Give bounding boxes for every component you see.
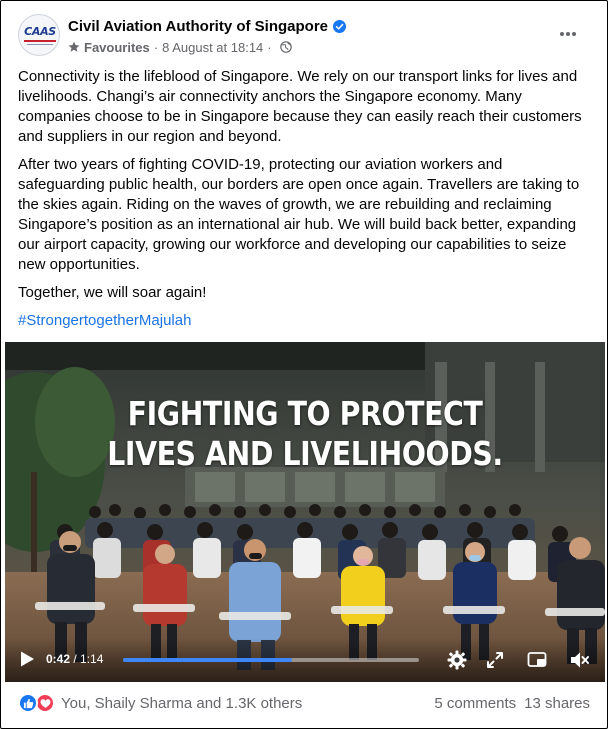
page-name-row: Civil Aviation Authority of Singapore xyxy=(68,16,347,36)
star-icon xyxy=(68,41,80,52)
globe-icon[interactable] xyxy=(279,41,292,53)
caas-logo-text: CAAS xyxy=(24,25,56,38)
video-current-time: 0:42 xyxy=(46,652,71,666)
love-reaction-icon xyxy=(35,693,55,713)
video-player[interactable]: FIGHTING TO PROTECT LIVES AND LIVELIHOOD… xyxy=(5,342,605,682)
video-time: 0:42 / 1:14 xyxy=(46,652,103,666)
post-paragraph-3: Together, we will soar again! xyxy=(18,284,207,301)
fullscreen-icon[interactable] xyxy=(484,649,506,671)
post-card: CAAS Civil Aviation Authority of Singapo… xyxy=(0,0,608,729)
post-footer: You, Shaily Sharma and 1.3K others 5 com… xyxy=(18,691,590,715)
video-headline-line-2: LIVES AND LIVELIHOODS. xyxy=(107,434,503,473)
logo-stripe xyxy=(24,40,56,42)
post-header: CAAS Civil Aviation Authority of Singapo… xyxy=(18,14,589,60)
post-paragraph-2: After two years of fighting COVID-19, pr… xyxy=(18,156,580,273)
logo-stripe-thin xyxy=(27,44,53,45)
video-progress-bar[interactable] xyxy=(123,658,419,662)
video-duration: 1:14 xyxy=(80,652,104,666)
picture-in-picture-icon[interactable] xyxy=(526,649,548,671)
post-meta: Favourites · 8 August at 18:14 · xyxy=(68,38,292,56)
reaction-icons[interactable] xyxy=(18,693,55,713)
like-reaction-icon xyxy=(18,693,38,713)
page-avatar[interactable]: CAAS xyxy=(18,14,60,56)
post-text: Connectivity is the lifeblood of Singapo… xyxy=(18,67,592,339)
hashtag-link[interactable]: #StrongertogetherMajulah xyxy=(18,312,191,329)
video-headline-line-1: FIGHTING TO PROTECT xyxy=(127,394,483,433)
comments-count[interactable]: 5 comments xyxy=(434,695,516,712)
reactors-text[interactable]: You, Shaily Sharma and 1.3K others xyxy=(61,695,302,712)
shares-count[interactable]: 13 shares xyxy=(524,695,590,712)
meta-separator: · xyxy=(153,39,159,55)
video-headline: FIGHTING TO PROTECT LIVES AND LIVELIHOOD… xyxy=(47,394,563,474)
post-paragraph-1: Connectivity is the lifeblood of Singapo… xyxy=(18,68,582,145)
more-options-icon[interactable] xyxy=(557,24,579,44)
play-icon[interactable] xyxy=(18,650,36,668)
settings-gear-icon[interactable] xyxy=(446,649,468,671)
verified-badge-icon xyxy=(333,19,347,33)
meta-separator-2: · xyxy=(267,39,272,55)
mute-icon[interactable] xyxy=(568,649,590,671)
audience-favourites[interactable]: Favourites xyxy=(84,40,150,55)
video-controls: 0:42 / 1:14 xyxy=(5,638,605,682)
video-frame-image xyxy=(5,342,605,682)
post-timestamp[interactable]: 8 August at 18:14 xyxy=(162,40,263,55)
page-name-link[interactable]: Civil Aviation Authority of Singapore xyxy=(68,18,328,35)
video-time-separator: / xyxy=(70,652,81,666)
video-progress-fill xyxy=(123,658,292,662)
